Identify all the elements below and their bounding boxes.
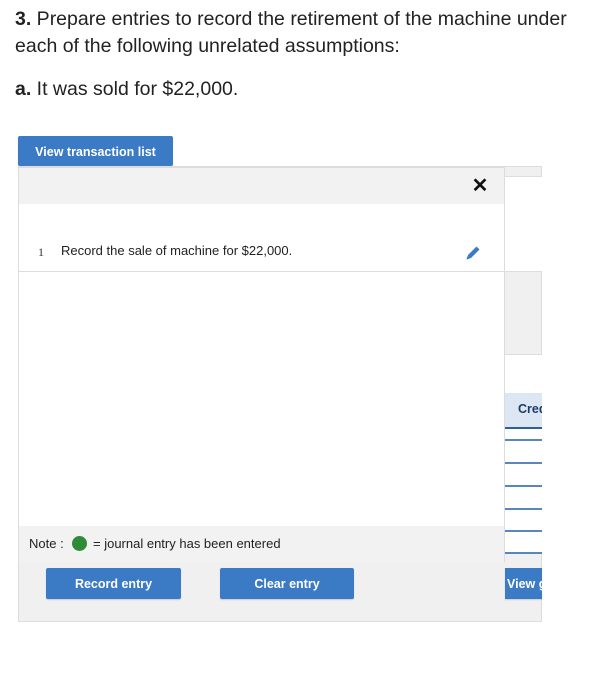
note-text: = journal entry has been entered	[93, 536, 281, 551]
note-bar: Note : = journal entry has been entered	[19, 526, 504, 562]
sub-question-letter: a.	[15, 78, 32, 100]
question-text: 3. Prepare entries to record the retirem…	[15, 6, 575, 60]
record-entry-button[interactable]: Record entry	[46, 568, 181, 599]
note-label: Note :	[29, 536, 64, 551]
credit-column-header: Cred	[505, 393, 542, 429]
credit-input-line[interactable]	[505, 462, 542, 464]
question-number: 3.	[15, 8, 32, 30]
entered-status-dot-icon	[72, 536, 87, 551]
transaction-row: 1 Record the sale of machine for $22,000…	[19, 234, 504, 272]
sub-question-body: It was sold for $22,000.	[31, 78, 239, 100]
sub-question: a. It was sold for $22,000.	[15, 76, 238, 102]
credit-input-line[interactable]	[505, 485, 542, 487]
clear-entry-button[interactable]: Clear entry	[220, 568, 354, 599]
popup-header: ✕	[19, 168, 504, 204]
credit-input-line[interactable]	[505, 508, 542, 510]
credit-input-line[interactable]	[505, 439, 542, 441]
credit-header-label: Cred	[518, 402, 542, 416]
question-body: Prepare entries to record the retirement…	[15, 8, 567, 57]
journal-table-partial: Cred	[505, 354, 542, 554]
transaction-description: Record the sale of machine for $22,000.	[61, 243, 293, 258]
credit-input-line[interactable]	[505, 552, 542, 554]
view-general-journal-button[interactable]: View g	[505, 568, 542, 599]
view-general-journal-label: View g	[507, 577, 542, 591]
transaction-list-popup: ✕ 1 Record the sale of machine for $22,0…	[18, 167, 505, 562]
view-transaction-list-button[interactable]: View transaction list	[18, 136, 173, 166]
pencil-icon[interactable]	[464, 244, 482, 262]
credit-input-line[interactable]	[505, 530, 542, 532]
close-icon[interactable]: ✕	[470, 176, 490, 196]
transaction-number: 1	[38, 245, 44, 259]
journal-background-strip	[505, 176, 542, 272]
